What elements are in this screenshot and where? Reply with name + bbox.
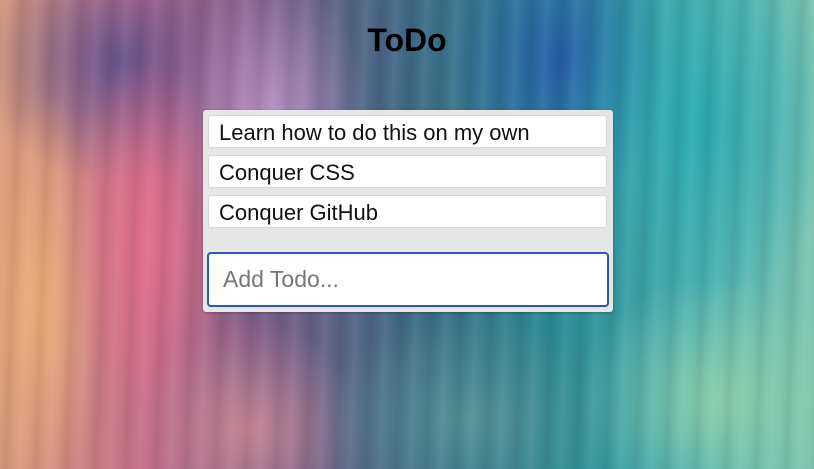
page-title: ToDo: [367, 22, 447, 58]
todo-item[interactable]: Conquer GitHub: [208, 195, 607, 228]
todo-panel: Learn how to do this on my own Conquer C…: [203, 110, 613, 312]
todo-item[interactable]: Learn how to do this on my own: [208, 115, 607, 148]
add-todo-input[interactable]: [207, 252, 609, 307]
todo-item[interactable]: Conquer CSS: [208, 155, 607, 188]
